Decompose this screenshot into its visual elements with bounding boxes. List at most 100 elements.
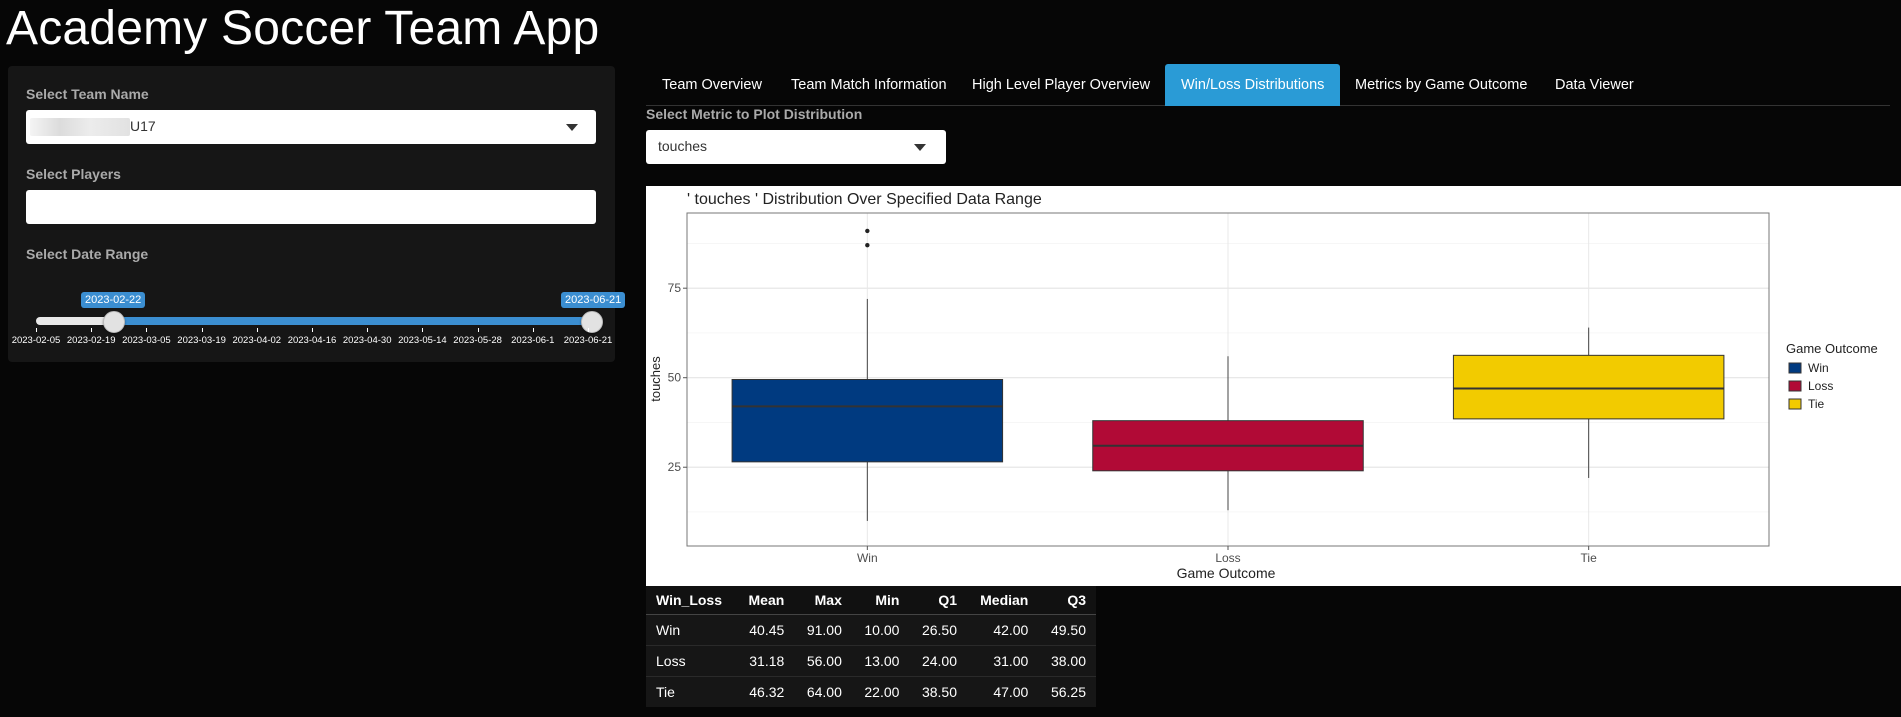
table-cell: 56.00	[794, 644, 852, 676]
slider-tick	[201, 328, 203, 332]
table-cell: 22.00	[851, 675, 910, 707]
players-select-label: Select Players	[26, 166, 121, 182]
table-cell: 24.00	[909, 644, 967, 676]
legend-key-tie	[1788, 398, 1802, 410]
slider-to-bubble: 2023-06-21	[561, 292, 626, 308]
box-outlier-point	[865, 243, 870, 248]
table-cell: Win	[646, 613, 736, 645]
box-tie	[1452, 354, 1725, 420]
slider-tick-label: 2023-05-14	[398, 335, 447, 346]
header-mean: Mean	[735, 586, 795, 615]
table-cell: 13.00	[851, 644, 910, 676]
table-cell: 38.50	[909, 675, 967, 707]
chevron-down-icon	[914, 144, 926, 151]
slider-tick-label: 2023-06-1	[511, 335, 555, 346]
slider-tick	[312, 328, 313, 332]
slider-tick	[367, 328, 369, 332]
metric-select-value: touches	[658, 138, 708, 154]
box-win	[731, 379, 1004, 463]
chart-title: ' touches ' Distribution Over Specified …	[687, 191, 1042, 208]
team-select-label: Select Team Name	[26, 86, 149, 102]
table-cell: 56.25	[1038, 675, 1096, 707]
slider-tick-axis: 2023-02-05 2023-02-19 2023-03-05 2023-03-19…	[12, 328, 612, 350]
header-min: Min	[851, 586, 910, 615]
chevron-down-icon	[566, 124, 578, 131]
box-outlier-point	[865, 228, 870, 234]
legend-key-win	[1788, 362, 1802, 374]
legend-title: Game Outcome	[1786, 341, 1878, 356]
legend-label: Loss	[1808, 379, 1833, 393]
slider-selected-range	[114, 317, 594, 325]
legend-label: Tie	[1808, 397, 1825, 411]
header-q1: Q1	[909, 586, 967, 615]
legend-label: Win	[1808, 361, 1829, 375]
tab-high-level-player-overview[interactable]: High Level Player Overview	[956, 64, 1166, 106]
table-cell: 91.00	[794, 613, 852, 645]
table-cell: 38.00	[1038, 644, 1096, 676]
slider-tick-label: 2023-05-28	[453, 335, 502, 346]
slider-tick-label: 2023-03-19	[177, 335, 226, 346]
tab-team-match-information[interactable]: Team Match Information	[775, 64, 963, 106]
metric-select[interactable]: touches	[646, 130, 946, 164]
table-cell: 46.32	[735, 675, 795, 707]
tab-metrics-by-game-outcome[interactable]: Metrics by Game Outcome	[1339, 64, 1543, 106]
boxplot-svg: ' touches ' Distribution Over Specified …	[648, 191, 1878, 581]
table-cell: 31.00	[967, 644, 1039, 676]
table-row: Loss 31.18 56.00 13.00 24.00 31.00 38.00	[646, 644, 1096, 676]
table-cell: 26.50	[909, 613, 967, 645]
header-median: Median	[967, 586, 1039, 615]
slider-tick-label: 2023-02-19	[66, 335, 116, 346]
legend-key-loss	[1788, 380, 1802, 392]
date-range-slider[interactable]: 2023-02-22 2023-06-21 2023-02-05 2023-02-…	[12, 292, 626, 352]
chart-xlabel: Game Outcome	[1177, 565, 1276, 581]
x-tick-label: Loss	[1215, 551, 1240, 565]
slider-tick-label: 2023-02-05	[11, 335, 61, 346]
slider-from-bubble: 2023-02-22	[81, 292, 146, 308]
date-range-label: Select Date Range	[26, 246, 149, 262]
team-select[interactable]: U17	[26, 110, 596, 144]
table-cell: 10.00	[851, 613, 910, 645]
team-select-value: U17	[130, 118, 156, 134]
table-header-row: Win_Loss Mean Max Min Q1 Median Q3	[646, 586, 1096, 615]
table-cell: 64.00	[794, 675, 852, 707]
slider-tick	[422, 328, 424, 332]
slider-tick	[256, 328, 258, 332]
tab-data-viewer[interactable]: Data Viewer	[1539, 64, 1650, 106]
slider-tick-label: 2023-04-16	[287, 335, 337, 346]
slider-tick	[477, 328, 479, 332]
table-cell: Tie	[646, 675, 736, 707]
x-tick-label: Tie	[1581, 551, 1598, 565]
table-cell: 31.18	[735, 644, 795, 676]
slider-tick-label: 2023-03-05	[122, 335, 171, 346]
header-win-loss: Win_Loss	[646, 586, 736, 615]
app-title: Academy Soccer Team App	[6, 2, 600, 55]
slider-tick	[588, 328, 589, 332]
redacted-text	[30, 118, 130, 136]
chart-ylabel: touches	[648, 356, 663, 402]
table-cell: 47.00	[967, 675, 1039, 707]
slider-tick-label: 2023-04-30	[342, 335, 392, 346]
slider-tick	[532, 328, 534, 332]
y-tick-label: 25	[668, 460, 682, 474]
header-max: Max	[794, 586, 852, 615]
table-cell: 42.00	[967, 613, 1039, 645]
table-row: Tie 46.32 64.00 22.00 38.50 47.00 56.25	[646, 675, 1096, 707]
tab-bar: Team Overview Team Match Information Hig…	[646, 64, 1890, 106]
slider-tick-label: 2023-04-02	[232, 335, 282, 346]
boxplot-chart: ' touches ' Distribution Over Specified …	[646, 186, 1901, 586]
y-tick-label: 75	[668, 281, 682, 295]
slider-tick	[36, 328, 37, 332]
table-row: Win 40.45 91.00 10.00 26.50 42.00 49.50	[646, 613, 1096, 645]
slider-tick-label: 2023-06-21	[563, 335, 613, 346]
table-cell: 40.45	[735, 613, 795, 645]
header-q3: Q3	[1038, 586, 1096, 615]
table-cell: Loss	[646, 644, 736, 676]
y-tick-label: 50	[668, 371, 682, 385]
metric-select-label: Select Metric to Plot Distribution	[646, 106, 863, 122]
tab-team-overview[interactable]: Team Overview	[646, 64, 778, 106]
tab-win-loss-distributions[interactable]: Win/Loss Distributions	[1165, 64, 1341, 106]
summary-table: Win_Loss Mean Max Min Q1 Median Q3 Win 4…	[646, 586, 1096, 707]
sidebar-panel: Select Team Name U17 Select Players Sele…	[8, 66, 626, 362]
players-select[interactable]	[26, 190, 596, 224]
slider-tick	[146, 328, 148, 332]
